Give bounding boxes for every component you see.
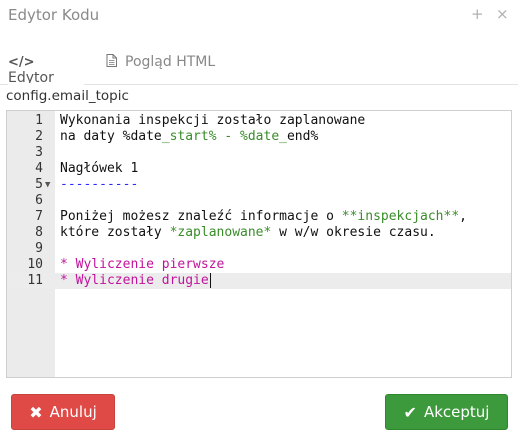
tab-editor-label: Edytor bbox=[8, 70, 54, 86]
check-icon: ✔ bbox=[403, 402, 417, 422]
tab-bar: </>Edytor Pogląd HTML bbox=[0, 48, 518, 86]
line-number: 2 bbox=[35, 129, 43, 144]
editor-line[interactable]: 11 * Wyliczenie drugie​ bbox=[7, 273, 511, 289]
code-token: end% bbox=[286, 129, 319, 144]
code-text: które zostały *zaplanowane* w w/w okresi… bbox=[60, 225, 436, 241]
file-icon bbox=[106, 54, 117, 70]
code-token: ---------- bbox=[60, 177, 139, 192]
cancel-button[interactable]: ✖ Anuluj bbox=[11, 394, 115, 430]
line-number: 11 bbox=[27, 273, 43, 288]
code-text: * Wyliczenie drugie​ bbox=[60, 273, 211, 289]
editor-line[interactable]: 1 Wykonania inspekcji zostało zaplanowane bbox=[7, 113, 511, 129]
editor-line[interactable]: 9 bbox=[7, 241, 511, 257]
line-number: 6 bbox=[35, 193, 43, 208]
code-text: Wykonania inspekcji zostało zaplanowane bbox=[60, 113, 365, 129]
line-number: 4 bbox=[35, 161, 43, 176]
code-text: * Wyliczenie pierwsze bbox=[60, 257, 224, 273]
window-title-bar: Edytor Kodu + × bbox=[0, 0, 518, 32]
line-number: 9 bbox=[35, 241, 43, 256]
cancel-button-label: Anuluj bbox=[49, 403, 97, 421]
editor-line[interactable]: 4 Nagłówek 1 bbox=[7, 161, 511, 177]
line-number: 1 bbox=[35, 113, 43, 128]
editor-line[interactable]: 8 które zostały *zaplanowane* w w/w okres… bbox=[7, 225, 511, 241]
editor-line[interactable]: 2 na daty %date_start% - %date_end% bbox=[7, 129, 511, 145]
code-text: ---------- bbox=[60, 177, 138, 193]
code-token: *zaplanowane* bbox=[169, 225, 272, 240]
code-text: Nagłówek 1 bbox=[60, 161, 138, 177]
close-icon[interactable]: × bbox=[496, 6, 509, 22]
code-token: Nagłówek 1 bbox=[60, 161, 139, 176]
accept-button-label: Akceptuj bbox=[423, 403, 490, 421]
code-token: Wykonania inspekcji zostało zaplanowane bbox=[60, 113, 366, 128]
text-cursor: ​ bbox=[209, 273, 211, 288]
fold-arrow-icon[interactable]: ▼ bbox=[45, 177, 50, 193]
code-token: , bbox=[459, 209, 467, 224]
code-token: * Wyliczenie drugie bbox=[60, 273, 209, 288]
code-token: które zostały bbox=[60, 225, 170, 240]
line-number: 5 bbox=[35, 177, 43, 192]
tab-html-preview[interactable]: Pogląd HTML bbox=[106, 54, 236, 84]
editor-line[interactable]: 10 * Wyliczenie pierwsze bbox=[7, 257, 511, 273]
editor-line[interactable]: 3 bbox=[7, 145, 511, 161]
x-icon: ✖ bbox=[29, 402, 43, 422]
code-token: **inspekcjach** bbox=[341, 209, 460, 224]
tab-preview-label: Pogląd HTML bbox=[125, 54, 216, 70]
accept-button[interactable]: ✔ Akceptuj bbox=[385, 394, 508, 430]
code-text: na daty %date_start% - %date_end% bbox=[60, 129, 318, 145]
code-token: w w/w okresie czasu. bbox=[271, 225, 436, 240]
code-token: _start% - %date_ bbox=[161, 129, 287, 144]
code-token: na daty %date bbox=[60, 129, 162, 144]
code-icon: </> bbox=[8, 55, 35, 70]
editor-line[interactable]: 6 bbox=[7, 193, 511, 209]
expand-icon[interactable]: + bbox=[471, 6, 484, 22]
config-key-label: config.email_topic bbox=[6, 88, 129, 104]
code-token: Poniżej możesz znaleźć informacje o bbox=[60, 209, 342, 224]
window-title: Edytor Kodu bbox=[8, 6, 100, 24]
code-editor[interactable]: 1 Wykonania inspekcji zostało zaplanowane… bbox=[6, 110, 512, 378]
line-number: 7 bbox=[35, 209, 43, 224]
line-number: 3 bbox=[35, 145, 43, 160]
code-token: * Wyliczenie pierwsze bbox=[60, 257, 225, 272]
line-number: 8 bbox=[35, 225, 43, 240]
editor-line[interactable]: 5 ▼ ---------- bbox=[7, 177, 511, 193]
code-text: Poniżej możesz znaleźć informacje o **in… bbox=[60, 209, 467, 225]
editor-line[interactable]: 7 Poniżej możesz znaleźć informacje o **i… bbox=[7, 209, 511, 225]
editor-lines[interactable]: 1 Wykonania inspekcji zostało zaplanowane… bbox=[7, 113, 511, 289]
line-number: 10 bbox=[27, 257, 43, 272]
tab-editor[interactable]: </>Edytor bbox=[8, 54, 88, 86]
